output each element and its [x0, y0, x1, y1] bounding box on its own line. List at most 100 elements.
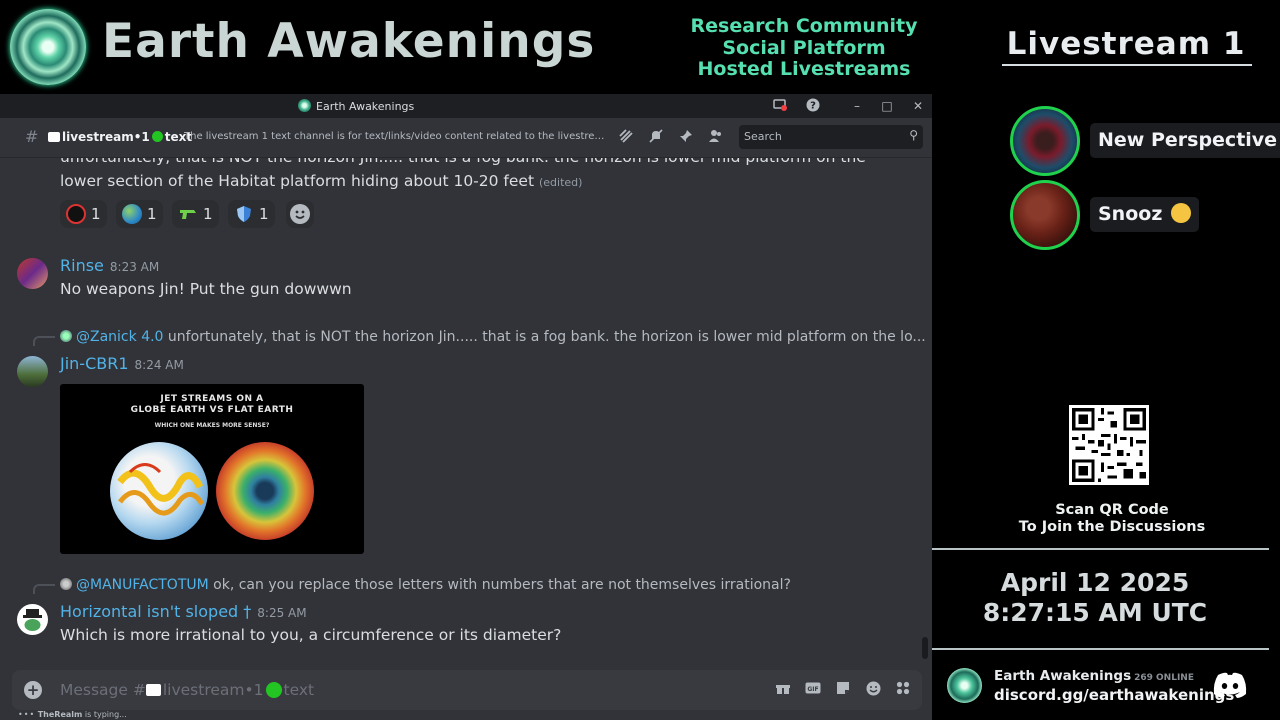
tagline-line: Research Community	[690, 15, 918, 37]
avatar[interactable]	[17, 356, 48, 387]
reply-avatar	[60, 578, 72, 590]
discord-window: Earth Awakenings ? – □ ✕ # livestream•1 t…	[0, 94, 932, 720]
close-icon[interactable]: ✕	[910, 98, 926, 114]
message-author: Jin-CBR1 8:24 AM	[60, 354, 184, 373]
attached-image[interactable]: JET STREAMS ON A GLOBE EARTH VS FLAT EAR…	[60, 384, 364, 554]
date-time-display: April 12 2025 8:27:15 AM UTC	[962, 568, 1228, 628]
message-text: lower section of the Habitat platform hi…	[60, 172, 582, 190]
divider	[932, 548, 1269, 550]
avatar[interactable]	[17, 258, 48, 289]
smile-icon	[290, 204, 310, 224]
online-count: 269 ONLINE	[1134, 673, 1194, 683]
scrollbar[interactable]	[922, 637, 928, 659]
app-icon	[298, 99, 311, 112]
date-text: April 12 2025	[1000, 568, 1190, 597]
reaction-count: 1	[259, 205, 269, 223]
image-subtitle: WHICH ONE MAKES MORE SENSE?	[154, 422, 270, 429]
message-time: 8:23 AM	[109, 260, 160, 274]
threads-icon[interactable]	[617, 128, 635, 146]
reaction-button[interactable]: 1	[60, 200, 107, 228]
scan-caption-line: Scan QR Code	[1055, 502, 1169, 518]
reply-avatar	[60, 330, 72, 342]
pinned-messages-icon[interactable]	[677, 128, 695, 146]
reaction-button[interactable]: 1	[172, 200, 219, 228]
message-input[interactable]: Message # livestream•1 text	[60, 681, 314, 699]
message-text-line: lower section of the Habitat platform hi…	[60, 172, 535, 190]
author-name[interactable]: Horizontal isn't sloped †	[60, 602, 251, 621]
globe-emoji-icon	[122, 204, 142, 224]
add-reaction-button[interactable]	[286, 200, 314, 228]
reply-text: ok, can you replace those letters with n…	[213, 577, 791, 593]
shield-emoji-icon	[234, 204, 254, 224]
reply-mention[interactable]: @MANUFACTOTUM	[76, 577, 209, 593]
discord-logo-icon	[1212, 672, 1248, 698]
time-text: 8:27:15 AM UTC	[982, 598, 1208, 627]
globe-earth-image	[110, 442, 208, 540]
screen-share-icon[interactable]	[772, 98, 788, 114]
typing-text: is typing...	[82, 710, 127, 719]
notification-muted-icon[interactable]	[647, 128, 665, 146]
message-time: 8:25 AM	[257, 606, 307, 620]
member-list-icon[interactable]	[707, 128, 725, 146]
message-text: unfortunately, that is NOT the horizon J…	[60, 158, 866, 166]
reaction-count: 1	[91, 205, 101, 223]
no-weapons-emoji-icon	[66, 204, 86, 224]
message-text: No weapons Jin! Put the gun dowwwn	[60, 280, 352, 298]
speaker-name: New Perspective	[1090, 123, 1280, 158]
search-input[interactable]: Search ⚲	[739, 125, 923, 149]
svg-text:GIF: GIF	[807, 686, 818, 693]
message-list: unfortunately, that is NOT the horizon J…	[0, 158, 932, 664]
title-underline	[1002, 64, 1252, 66]
typing-indicator: ••• TheRealm is typing...	[18, 710, 127, 719]
channel-header: # livestream•1 text The livestream 1 text…	[0, 118, 932, 158]
reaction-count: 1	[147, 205, 157, 223]
reply-text: unfortunately, that is NOT the horizon J…	[167, 329, 926, 345]
reaction-button[interactable]: 1	[116, 200, 163, 228]
maximize-icon[interactable]: □	[879, 98, 895, 114]
channel-name-prefix: livestream	[62, 130, 134, 144]
attach-plus-button[interactable]: +	[24, 681, 42, 699]
qr-code	[1069, 405, 1149, 485]
author-name[interactable]: Rinse	[60, 256, 104, 275]
top-banner: Earth Awakenings Research Community Soci…	[0, 0, 932, 94]
emoji-icon[interactable]	[864, 681, 882, 699]
divider	[932, 648, 1269, 650]
search-placeholder: Search	[744, 130, 782, 143]
reply-mention[interactable]: @Zanick 4.0	[76, 329, 163, 345]
help-icon[interactable]: ?	[805, 98, 821, 114]
avatar[interactable]	[17, 604, 48, 635]
image-title-line: GLOBE EARTH VS FLAT EARTH	[130, 405, 294, 415]
hash-icon: #	[25, 127, 39, 146]
reaction-button[interactable]: 1	[228, 200, 275, 228]
gif-icon[interactable]: GIF	[804, 681, 822, 699]
apps-icon[interactable]	[894, 681, 912, 699]
scan-qr-caption: Scan QR Code To Join the Discussions	[992, 502, 1232, 536]
placeholder-prefix: Message #	[60, 681, 146, 699]
water-pistol-emoji-icon	[178, 204, 198, 224]
tagline: Research Community Social Platform Hoste…	[676, 15, 932, 81]
gift-icon[interactable]	[774, 681, 792, 699]
server-name: Earth Awakenings 269 ONLINE	[994, 668, 1194, 684]
message-composer[interactable]: + Message # livestream•1 text GIF	[12, 670, 922, 710]
earth-awakenings-logo	[10, 9, 86, 85]
speaker-avatar	[1010, 106, 1080, 176]
image-title-line: JET STREAMS ON A	[160, 394, 264, 404]
placeholder-name: livestream	[162, 681, 245, 699]
svg-text:?: ?	[810, 101, 816, 112]
edited-label: (edited)	[538, 176, 583, 189]
flat-earth-image	[216, 442, 314, 540]
speaker-name-text: Snooz	[1098, 203, 1163, 225]
minimize-icon[interactable]: –	[849, 98, 865, 114]
green-circle-icon	[265, 682, 282, 698]
sticker-icon[interactable]	[834, 681, 852, 699]
message-author: Horizontal isn't sloped † 8:25 AM	[60, 602, 307, 621]
reply-preview[interactable]: @Zanick 4.0 unfortunately, that is NOT t…	[60, 329, 926, 345]
invite-link: discord.gg/earthawakenings	[994, 686, 1235, 704]
reply-preview[interactable]: @MANUFACTOTUM ok, can you replace those …	[60, 577, 791, 593]
window-titlebar: Earth Awakenings ? – □ ✕	[0, 94, 932, 118]
placeholder-suffix: text	[283, 681, 315, 699]
channel-topic[interactable]: The livestream 1 text channel is for tex…	[184, 131, 608, 142]
message-time: 8:24 AM	[134, 358, 184, 372]
author-name[interactable]: Jin-CBR1	[60, 354, 129, 373]
search-icon: ⚲	[909, 128, 918, 142]
